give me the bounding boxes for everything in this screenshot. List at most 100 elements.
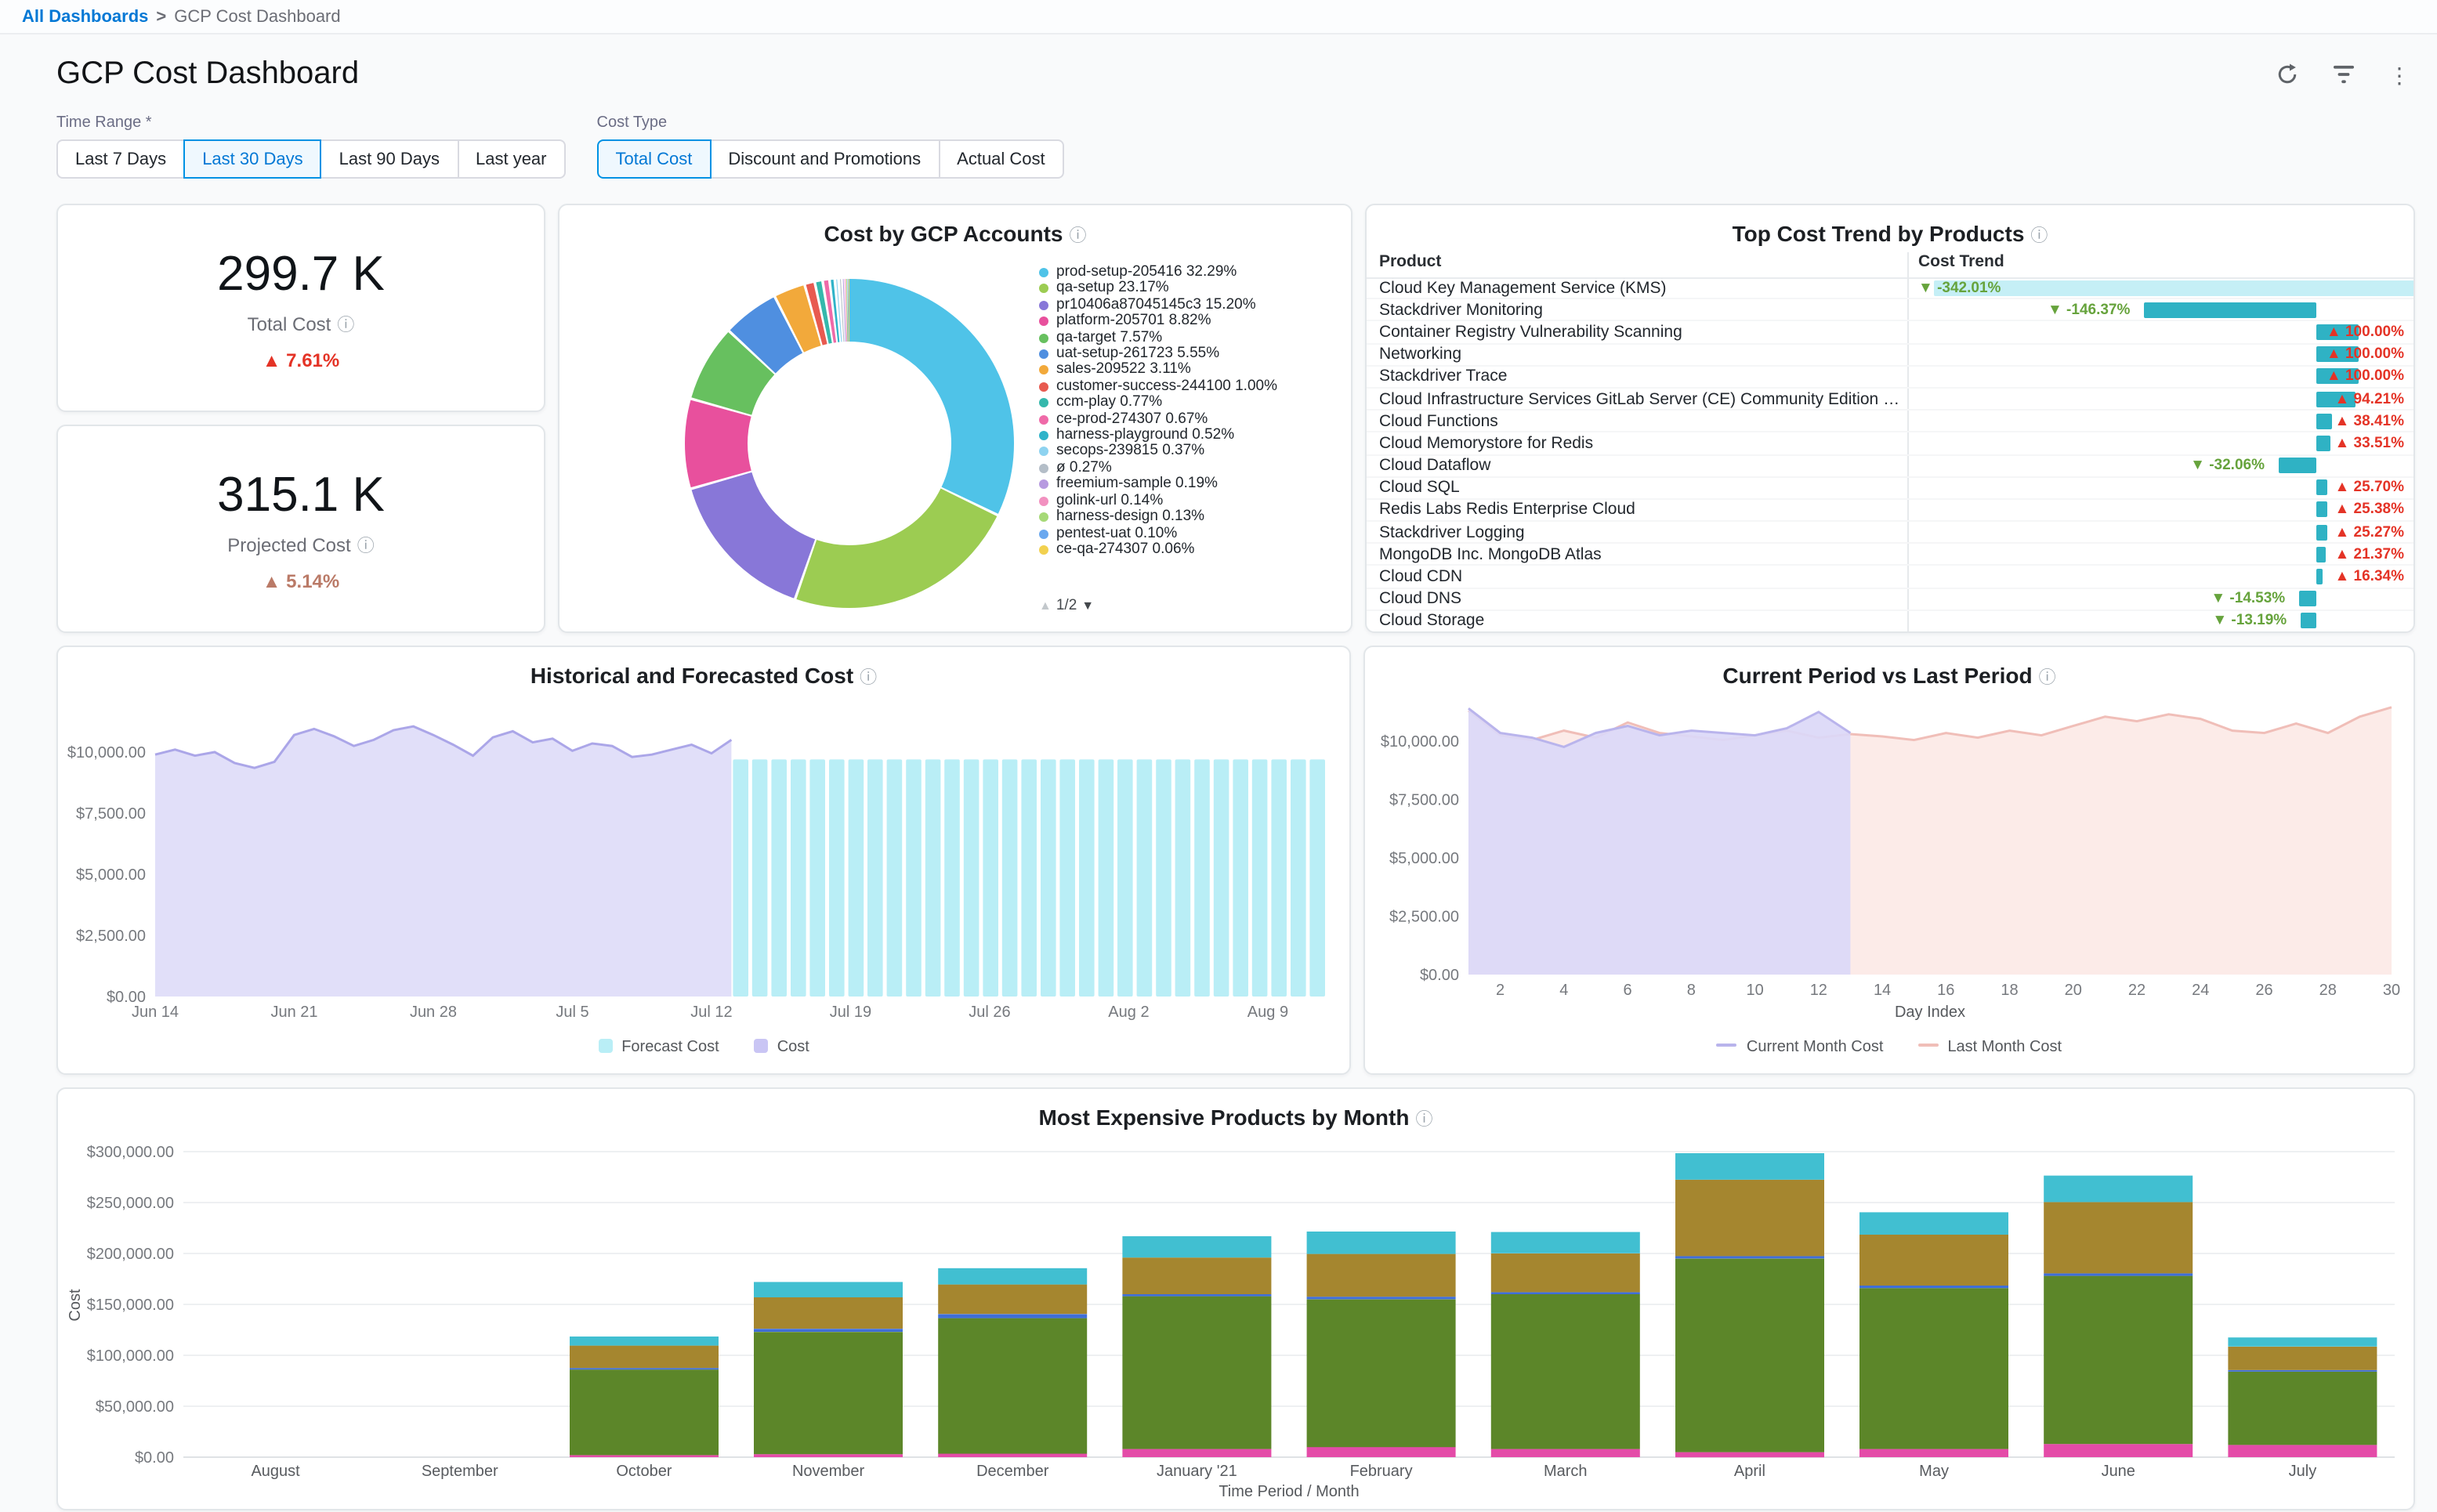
trend-row[interactable]: Cloud SQL▲ 25.70% — [1367, 477, 2413, 499]
projected-cost-card: 315.1 K Projected Costⓘ ▲ 5.14% — [56, 425, 545, 633]
cost-type-filter: Cost Type Total CostDiscount and Promoti… — [597, 114, 1064, 179]
legend-item[interactable]: ce-prod-274307 0.67% — [1039, 411, 1340, 428]
info-icon[interactable]: ⓘ — [337, 316, 354, 335]
kebab-menu-icon[interactable]: ⋮ — [2384, 59, 2415, 90]
trend-row[interactable]: Cloud Dataflow▼ -32.06% — [1367, 455, 2413, 477]
last-month-swatch — [1917, 1043, 1938, 1047]
legend-label: sales-209522 3.11% — [1056, 363, 1191, 379]
svg-text:January '21: January '21 — [1157, 1463, 1237, 1480]
trend-row[interactable]: Cloud Infrastructure Services GitLab Ser… — [1367, 389, 2413, 411]
legend-item[interactable]: pr10406a87045145c3 15.20% — [1039, 298, 1340, 314]
trend-value: ▼ -146.37% — [2048, 302, 2130, 319]
legend-item[interactable]: platform-205701 8.82% — [1039, 313, 1340, 330]
trend-row[interactable]: Redis Labs Redis Enterprise Cloud▲ 25.38… — [1367, 500, 2413, 522]
legend-item[interactable]: harness-design 0.13% — [1039, 509, 1340, 526]
legend-item[interactable]: golink-url 0.14% — [1039, 493, 1340, 509]
svg-text:$7,500.00: $7,500.00 — [1389, 792, 1459, 809]
trend-bar-cell: ▲ 100.00% — [1907, 322, 2413, 342]
legend-item[interactable]: prod-setup-205416 32.29% — [1039, 265, 1340, 281]
time-range-option-last-year[interactable]: Last year — [457, 139, 566, 179]
forecast-cost-swatch — [598, 1039, 612, 1053]
trend-bar — [1934, 280, 2415, 295]
legend-page-up-icon[interactable]: ▲ — [1039, 599, 1052, 613]
breadcrumb-all-dashboards[interactable]: All Dashboards — [22, 7, 148, 26]
svg-text:November: November — [792, 1463, 865, 1480]
legend-item[interactable]: uat-setup-261723 5.55% — [1039, 346, 1340, 363]
trend-value: ▼ -32.06% — [2190, 457, 2265, 474]
trend-product: Networking — [1367, 345, 1907, 364]
total-cost-delta: ▲ 7.61% — [263, 349, 340, 371]
info-icon[interactable]: ⓘ — [1069, 227, 1086, 246]
svg-text:30: 30 — [2383, 982, 2400, 999]
trend-row[interactable]: Cloud DNS▼ -14.53% — [1367, 588, 2413, 610]
time-range-option-last-7-days[interactable]: Last 7 Days — [56, 139, 185, 179]
trend-row[interactable]: Networking▲ 100.00% — [1367, 344, 2413, 366]
trend-row[interactable]: Cloud CDN▲ 16.34% — [1367, 566, 2413, 588]
svg-text:18: 18 — [2001, 982, 2018, 999]
svg-text:May: May — [1919, 1463, 1949, 1480]
info-icon[interactable]: ⓘ — [860, 669, 877, 688]
filter-icon[interactable] — [2327, 59, 2359, 90]
historical-forecast-chart[interactable]: $0.00$2,500.00$5,000.00$7,500.00$10,000.… — [58, 647, 1352, 1076]
period-compare-chart[interactable]: $0.00$2,500.00$5,000.00$7,500.00$10,000.… — [1365, 647, 2417, 1076]
legend-item[interactable]: freemium-sample 0.19% — [1039, 477, 1340, 494]
monthly-products-chart[interactable]: $0.00$50,000.00$100,000.00$150,000.00$20… — [58, 1089, 2417, 1512]
legend-page-down-icon[interactable]: ▼ — [1081, 599, 1094, 613]
legend-label: ø 0.27% — [1056, 461, 1112, 477]
trend-row[interactable]: Cloud Key Management Service (KMS)▼ -342… — [1367, 277, 2413, 299]
legend-cost[interactable]: Cost — [754, 1039, 809, 1056]
trend-row[interactable]: Cloud Functions▲ 38.41% — [1367, 411, 2413, 432]
legend-dot — [1039, 349, 1048, 359]
info-icon[interactable]: ⓘ — [357, 537, 375, 555]
svg-text:April: April — [1734, 1463, 1765, 1480]
cost-type-option-actual-cost[interactable]: Actual Cost — [938, 139, 1064, 179]
trend-row[interactable]: Cloud Storage▼ -13.19% — [1367, 611, 2413, 631]
legend-item[interactable]: ccm-play 0.77% — [1039, 396, 1340, 412]
legend-item[interactable]: pentest-uat 0.10% — [1039, 526, 1340, 542]
time-range-filter: Time Range * Last 7 DaysLast 30 DaysLast… — [56, 114, 566, 179]
projected-cost-value: 315.1 K — [217, 466, 385, 523]
time-range-group: Last 7 DaysLast 30 DaysLast 90 DaysLast … — [56, 139, 566, 179]
trend-product: MongoDB Inc. MongoDB Atlas — [1367, 545, 1907, 564]
svg-text:Jun 21: Jun 21 — [270, 1004, 317, 1021]
legend-item[interactable]: harness-playground 0.52% — [1039, 428, 1340, 444]
trend-product: Cloud DNS — [1367, 589, 1907, 608]
legend-item[interactable]: qa-target 7.57% — [1039, 330, 1340, 346]
legend-item[interactable]: sales-209522 3.11% — [1039, 363, 1340, 379]
info-icon[interactable]: ⓘ — [2030, 227, 2048, 246]
trend-row[interactable]: Stackdriver Logging▲ 25.27% — [1367, 522, 2413, 544]
trend-product: Cloud Infrastructure Services GitLab Ser… — [1367, 389, 1907, 408]
trend-row[interactable]: Container Registry Vulnerability Scannin… — [1367, 322, 2413, 344]
trend-row[interactable]: MongoDB Inc. MongoDB Atlas▲ 21.37% — [1367, 544, 2413, 566]
svg-text:$100,000.00: $100,000.00 — [87, 1347, 174, 1365]
cost-type-option-total-cost[interactable]: Total Cost — [597, 139, 712, 179]
legend-item[interactable]: ø 0.27% — [1039, 461, 1340, 477]
trend-bar — [2299, 591, 2316, 606]
refresh-icon[interactable] — [2271, 59, 2302, 90]
legend-item[interactable]: qa-setup 23.17% — [1039, 281, 1340, 298]
trend-row[interactable]: Stackdriver Trace▲ 100.00% — [1367, 367, 2413, 389]
info-icon[interactable]: ⓘ — [1415, 1111, 1432, 1130]
legend-forecast-cost[interactable]: Forecast Cost — [598, 1039, 719, 1056]
time-range-option-last-30-days[interactable]: Last 30 Days — [183, 139, 321, 179]
legend-current-month[interactable]: Current Month Cost — [1717, 1039, 1884, 1056]
trend-value: ▲ 94.21% — [2334, 390, 2404, 407]
legend-label: pr10406a87045145c3 15.20% — [1056, 298, 1256, 314]
legend-label: freemium-sample 0.19% — [1056, 477, 1218, 494]
trend-row[interactable]: Stackdriver Monitoring▼ -146.37% — [1367, 299, 2413, 321]
trend-bar-cell: ▲ 25.70% — [1907, 477, 2413, 497]
legend-item[interactable]: ce-qa-274307 0.06% — [1039, 542, 1340, 559]
info-icon[interactable]: ⓘ — [2039, 669, 2056, 688]
page-title: GCP Cost Dashboard — [56, 56, 2271, 92]
cost-type-option-discount-and-promotions[interactable]: Discount and Promotions — [709, 139, 940, 179]
legend-label: ce-prod-274307 0.67% — [1056, 411, 1208, 428]
trend-bar — [2144, 302, 2316, 318]
legend-last-month[interactable]: Last Month Cost — [1917, 1039, 2062, 1056]
time-range-option-last-90-days[interactable]: Last 90 Days — [320, 139, 458, 179]
trend-row[interactable]: Cloud Memorystore for Redis▲ 33.51% — [1367, 433, 2413, 455]
legend-item[interactable]: secops-239815 0.37% — [1039, 444, 1340, 461]
svg-text:26: 26 — [2255, 982, 2272, 999]
trend-bar-cell: ▲ 25.38% — [1907, 500, 2413, 520]
trend-bar-cell: ▼ -32.06% — [1907, 455, 2413, 476]
legend-item[interactable]: customer-success-244100 1.00% — [1039, 379, 1340, 396]
